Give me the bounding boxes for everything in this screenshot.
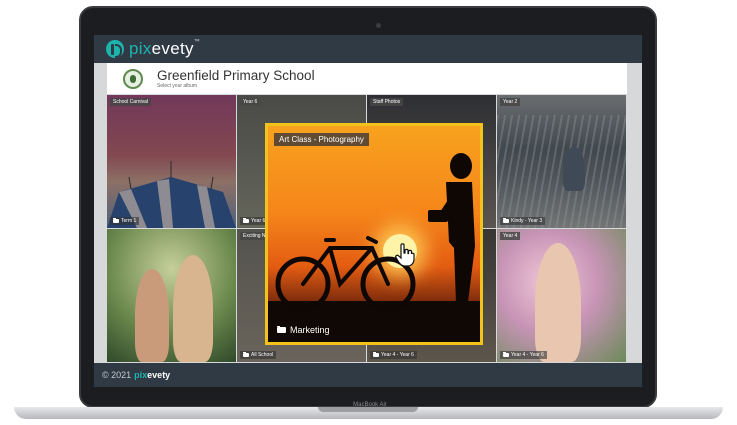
school-name: Greenfield Primary School (157, 68, 315, 83)
featured-album-footer: Marketing (277, 325, 330, 335)
page-footer: © 2021 pix evety (94, 363, 642, 387)
footer-brand-prefix: pix (134, 370, 148, 380)
child-figure (535, 243, 581, 362)
school-header: Greenfield Primary School Select your al… (107, 63, 627, 94)
device-model-label: MacBook Air (353, 402, 387, 408)
album-footer: Year 4 - Year 6 (500, 351, 547, 359)
album-prompt: Select your album (157, 83, 198, 89)
camera-icon (376, 23, 381, 28)
footer-brand-suffix: evety (147, 370, 171, 380)
brand-suffix: evety (151, 39, 194, 58)
child-figure (563, 147, 585, 191)
folder-icon (373, 352, 379, 357)
album-tile-year-2[interactable]: Year 2 Kindy - Year 3 (497, 95, 626, 228)
album-footer: Kindy - Year 3 (500, 217, 546, 225)
album-label: School Carnival (110, 98, 152, 106)
school-crest-icon (123, 68, 143, 89)
folder-icon (503, 218, 509, 223)
album-footer: Year 4 - Year 6 (370, 351, 417, 359)
child-figure (173, 255, 213, 362)
hand-pointer-icon (395, 243, 415, 267)
screen: pixevety™ Greenfield Primary School Sele… (94, 35, 642, 387)
folder-icon (503, 352, 509, 357)
folder-icon (243, 352, 249, 357)
brand-name[interactable]: pixevety™ (129, 39, 200, 59)
album-tile-siblings[interactable] (107, 229, 236, 362)
child-figure (135, 269, 169, 362)
album-tile-year-4[interactable]: Year 4 Year 4 - Year 6 (497, 229, 626, 362)
album-footer: All School (240, 351, 277, 359)
album-tile-school-carnival[interactable]: School Carnival Term 1 (107, 95, 236, 228)
album-label: Year 6 (240, 98, 261, 106)
album-label: Year 2 (500, 98, 521, 106)
album-footer: Term 1 (110, 217, 140, 225)
copyright-text: © 2021 (102, 370, 132, 380)
featured-album-label: Art Class - Photography (274, 133, 369, 146)
brand-prefix: pix (129, 39, 152, 58)
album-label: Staff Photos (370, 98, 404, 106)
pixevety-logo-icon[interactable] (106, 40, 124, 58)
bicycle-photographer-image (275, 153, 475, 312)
trademark-mark: ™ (193, 39, 201, 45)
folder-icon (277, 326, 286, 333)
top-bar: pixevety™ (94, 35, 642, 63)
album-label: Year 4 (500, 232, 521, 240)
folder-icon (243, 218, 249, 223)
laptop-mockup: pixevety™ Greenfield Primary School Sele… (0, 0, 737, 425)
featured-album-art-class[interactable]: Art Class - Photography Marketing (265, 123, 483, 345)
folder-icon (113, 218, 119, 223)
